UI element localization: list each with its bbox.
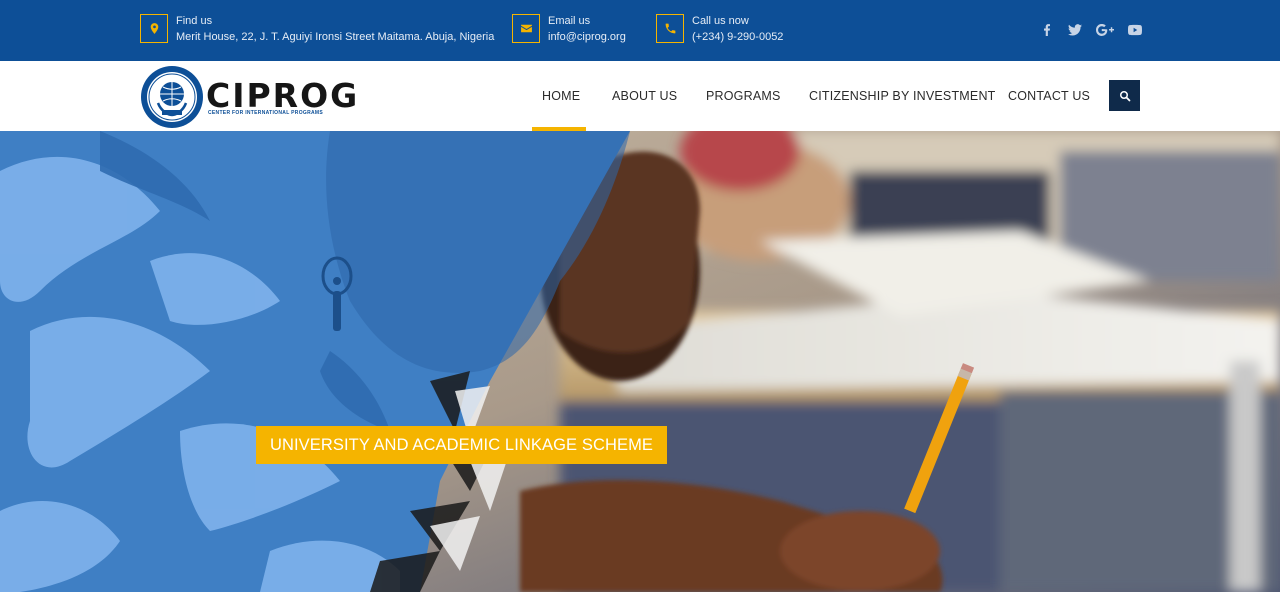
main-nav: HOME ABOUT US PROGRAMS CITIZENSHIP BY IN… — [0, 61, 1280, 131]
call-block: Call us now (+234) 9-290-0052 — [656, 14, 783, 45]
find-us-label: Find us — [176, 15, 213, 27]
map-marker-icon — [140, 14, 168, 43]
nav-about-us[interactable]: ABOUT US — [612, 89, 677, 103]
phone-icon — [656, 14, 684, 43]
youtube-icon[interactable] — [1128, 22, 1142, 38]
email-label: Email us — [548, 15, 591, 27]
search-icon — [1119, 90, 1130, 101]
search-button[interactable] — [1109, 80, 1140, 111]
nav-citizenship-by-investment[interactable]: CITIZENSHIP BY INVESTMENT — [809, 89, 996, 103]
hero-banner: UNIVERSITY AND ACADEMIC LINKAGE SCHEME — [0, 131, 1280, 592]
social-links — [1040, 22, 1142, 38]
hero-image — [0, 131, 1280, 592]
top-info-bar: Find us Merit House, 22, J. T. Aguiyi Ir… — [0, 0, 1280, 61]
facebook-icon[interactable] — [1040, 22, 1054, 38]
nav-programs[interactable]: PROGRAMS — [706, 89, 781, 103]
google-plus-icon[interactable] — [1096, 22, 1114, 38]
nav-home[interactable]: HOME — [542, 89, 580, 103]
nav-contact-us[interactable]: CONTACT US — [1008, 89, 1090, 103]
hero-tagline-banner[interactable]: UNIVERSITY AND ACADEMIC LINKAGE SCHEME — [256, 426, 667, 464]
envelope-icon — [512, 14, 540, 43]
site-header: CIPROG CENTER FOR INTERNATIONAL PROGRAMS… — [0, 61, 1280, 131]
email-link[interactable]: info@ciprog.org — [548, 30, 626, 45]
phone-link[interactable]: (+234) 9-290-0052 — [692, 30, 783, 45]
find-us-block: Find us Merit House, 22, J. T. Aguiyi Ir… — [140, 14, 494, 45]
address-text: Merit House, 22, J. T. Aguiyi Ironsi Str… — [176, 31, 495, 43]
email-block: Email us info@ciprog.org — [512, 14, 626, 45]
call-label: Call us now — [692, 15, 749, 27]
twitter-icon[interactable] — [1068, 22, 1082, 38]
